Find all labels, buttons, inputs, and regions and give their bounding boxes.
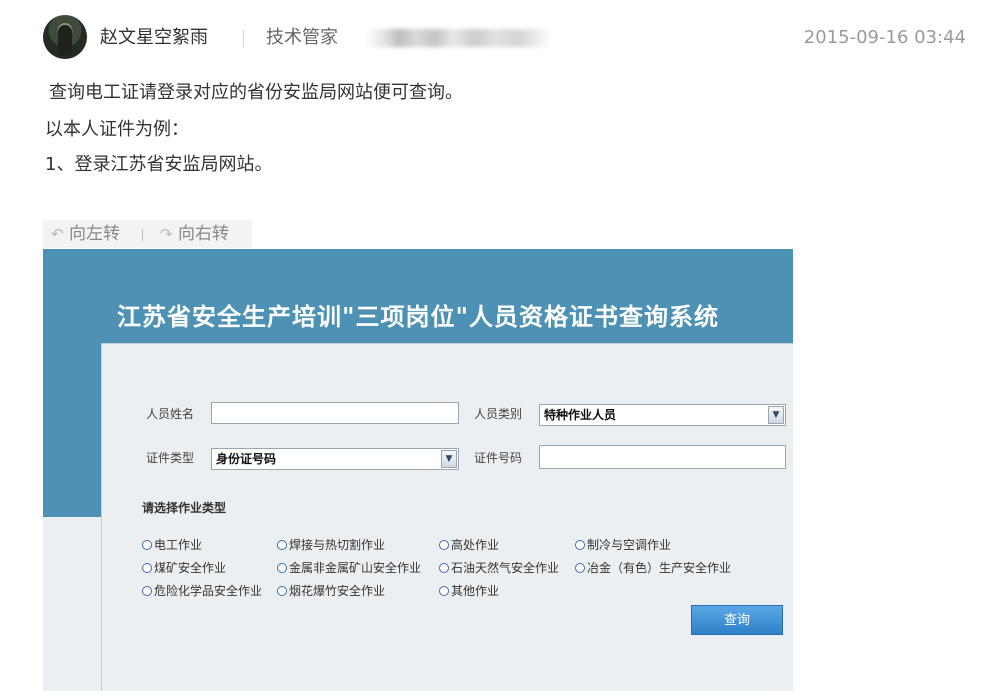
embedded-screenshot[interactable]: 江苏省安全生产培训"三项岗位"人员资格证书查询系统 人员姓名 人员类别 特种作业… xyxy=(43,249,793,691)
work-type-title: 请选择作业类型 xyxy=(142,501,227,515)
radio-icon xyxy=(277,540,287,550)
category-label: 人员类别 xyxy=(474,407,523,421)
redacted-info xyxy=(366,29,552,47)
radio-option[interactable]: 制冷与空调作业 xyxy=(575,536,671,554)
id-type-select[interactable]: 身份证号码 ▼ xyxy=(211,448,459,470)
radio-label: 高处作业 xyxy=(451,538,500,552)
radio-option[interactable]: 金属非金属矿山安全作业 xyxy=(277,559,421,577)
answer-line-3: 1、登录江苏省安监局网站。 xyxy=(45,154,273,175)
system-title: 江苏省安全生产培训"三项岗位"人员资格证书查询系统 xyxy=(116,302,719,331)
radio-label: 其他作业 xyxy=(451,584,500,598)
rotate-right-icon: ↷ xyxy=(160,225,173,243)
radio-icon xyxy=(575,563,585,573)
radio-option[interactable]: 其他作业 xyxy=(439,582,499,600)
divider xyxy=(243,30,244,47)
radio-icon xyxy=(142,540,152,550)
radio-icon xyxy=(575,540,585,550)
radio-label: 金属非金属矿山安全作业 xyxy=(289,561,422,575)
author-name[interactable]: 赵文星空絮雨 xyxy=(100,26,208,50)
radio-icon xyxy=(439,563,449,573)
chevron-down-icon: ▼ xyxy=(768,406,784,424)
radio-option[interactable]: 电工作业 xyxy=(142,536,202,554)
radio-label: 煤矿安全作业 xyxy=(154,561,227,575)
radio-option[interactable]: 煤矿安全作业 xyxy=(142,559,226,577)
rotate-left-icon: ↶ xyxy=(51,225,64,243)
background-strip xyxy=(43,517,103,691)
id-type-value: 身份证号码 xyxy=(216,452,277,466)
rotate-left-button[interactable]: ↶ 向左转 xyxy=(51,220,120,248)
radio-icon xyxy=(439,586,449,596)
radio-icon xyxy=(277,586,287,596)
id-number-input[interactable] xyxy=(539,445,786,469)
radio-label: 焊接与热切割作业 xyxy=(289,538,386,552)
id-number-label: 证件号码 xyxy=(474,451,523,465)
toolbar-divider xyxy=(142,229,143,241)
name-input[interactable] xyxy=(211,402,459,424)
post-date: 2015-09-16 03:44 xyxy=(803,27,966,48)
radio-label: 烟花爆竹安全作业 xyxy=(289,584,386,598)
author-role: 技术管家 xyxy=(266,27,338,48)
radio-icon xyxy=(142,563,152,573)
radio-icon xyxy=(142,586,152,596)
radio-label: 石油天然气安全作业 xyxy=(451,561,560,575)
avatar[interactable] xyxy=(43,15,87,59)
radio-option[interactable]: 高处作业 xyxy=(439,536,499,554)
rotate-left-label: 向左转 xyxy=(69,224,120,244)
radio-icon xyxy=(439,540,449,550)
radio-option[interactable]: 石油天然气安全作业 xyxy=(439,559,559,577)
category-select[interactable]: 特种作业人员 ▼ xyxy=(539,404,786,426)
radio-label: 危险化学品安全作业 xyxy=(154,584,263,598)
category-value: 特种作业人员 xyxy=(544,408,617,422)
radio-option[interactable]: 烟花爆竹安全作业 xyxy=(277,582,385,600)
name-label: 人员姓名 xyxy=(146,407,195,421)
radio-label: 制冷与空调作业 xyxy=(587,538,672,552)
rotate-right-label: 向右转 xyxy=(178,224,229,244)
query-button[interactable]: 查询 xyxy=(691,605,783,635)
radio-option[interactable]: 危险化学品安全作业 xyxy=(142,582,262,600)
rotate-right-button[interactable]: ↷ 向右转 xyxy=(160,220,229,248)
image-rotate-toolbar: ↶ 向左转 ↷ 向右转 xyxy=(43,220,252,248)
query-form-panel: 人员姓名 人员类别 特种作业人员 ▼ 证件类型 身份证号码 ▼ 证件号码 请选择… xyxy=(101,343,793,691)
radio-option[interactable]: 焊接与热切割作业 xyxy=(277,536,385,554)
radio-icon xyxy=(277,563,287,573)
id-type-label: 证件类型 xyxy=(146,451,195,465)
radio-option[interactable]: 冶金（有色）生产安全作业 xyxy=(575,559,731,577)
answer-line-2: 以本人证件为例： xyxy=(45,119,189,140)
answer-line-1: 查询电工证请登录对应的省份安监局网站便可查询。 xyxy=(49,82,463,103)
radio-label: 冶金（有色）生产安全作业 xyxy=(587,561,732,575)
radio-label: 电工作业 xyxy=(154,538,203,552)
chevron-down-icon: ▼ xyxy=(441,450,457,468)
